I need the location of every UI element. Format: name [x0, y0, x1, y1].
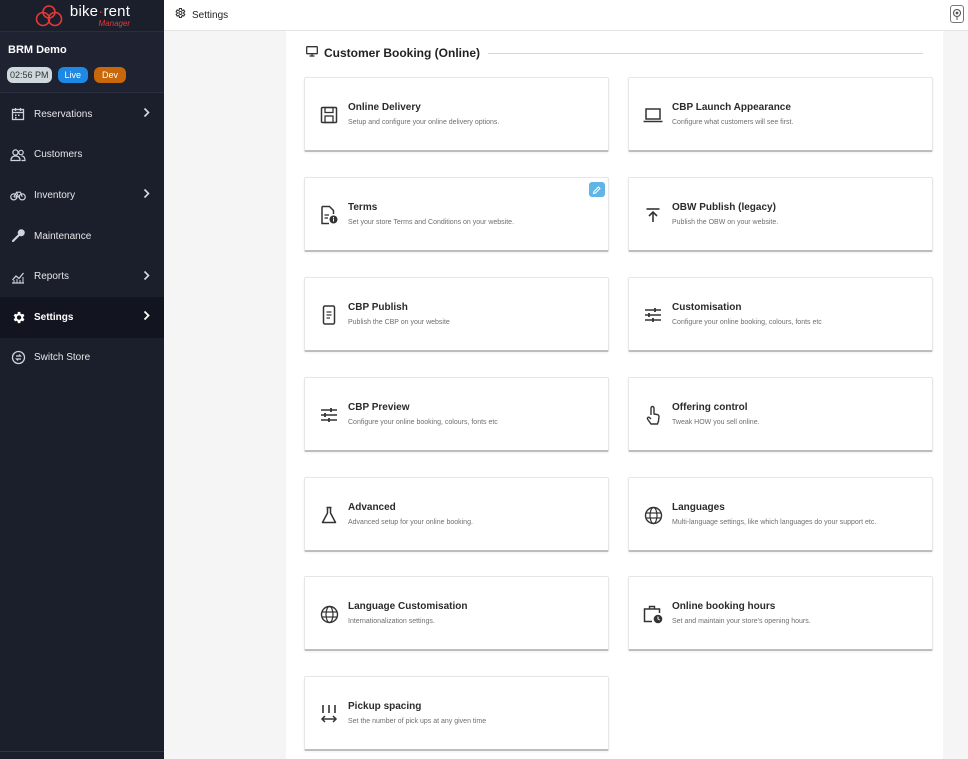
chevron-right-icon: [143, 189, 150, 202]
card-description: Tweak HOW you sell online.: [672, 419, 760, 426]
card-title: Online Delivery: [348, 102, 421, 113]
sidebar-item-label: Reports: [34, 271, 70, 283]
globe-icon: [643, 505, 663, 525]
card-advanced[interactable]: Advanced Advanced setup for your online …: [304, 477, 609, 552]
page-title: Settings: [192, 9, 229, 21]
gear-icon: [174, 6, 186, 24]
card-pickup-spacing[interactable]: Pickup spacing Set the number of pick up…: [304, 676, 609, 751]
logo[interactable]: bike·rent Manager: [0, 0, 164, 31]
sidebar-item-switch-store[interactable]: Switch Store: [0, 338, 164, 379]
sidebar-item-inventory[interactable]: Inventory: [0, 175, 164, 216]
card-offering-control[interactable]: Offering control Tweak HOW you sell onli…: [628, 377, 933, 452]
phone-icon: [319, 305, 339, 325]
sidebar-footer: [0, 751, 164, 759]
section-title: Customer Booking (Online): [324, 46, 480, 60]
publish-icon: [643, 205, 663, 225]
card-title: Customisation: [672, 302, 742, 313]
sidebar-item-reservations[interactable]: Reservations: [0, 94, 164, 135]
sidebar-item-reports[interactable]: Reports: [0, 256, 164, 297]
support-icon[interactable]: [950, 5, 964, 23]
card-title: Terms: [348, 202, 378, 213]
card-description: Setup and configure your online delivery…: [348, 119, 500, 126]
people-icon: [10, 147, 26, 163]
gear-icon: [10, 309, 26, 325]
store-panel: BRM Demo 02:56 PM Live Dev: [0, 31, 164, 93]
time-badge: 02:56 PM: [7, 67, 52, 83]
card-customisation[interactable]: Customisation Configure your online book…: [628, 277, 933, 352]
tune-icon: [643, 305, 663, 325]
chevron-right-icon: [143, 108, 150, 121]
card-description: Set your store Terms and Conditions on y…: [348, 219, 515, 226]
logo-rings-icon: [35, 4, 63, 26]
sidebar-nav: Reservations Customers Inventory Mainten…: [0, 94, 164, 378]
sidebar: bike·rent Manager BRM Demo 02:56 PM Live…: [0, 0, 164, 759]
document-info-icon: [319, 205, 339, 225]
sidebar-item-customers[interactable]: Customers: [0, 135, 164, 176]
card-cbp-publish[interactable]: CBP Publish Publish the CBP on your webs…: [304, 277, 609, 352]
card-cbp-launch-appearance[interactable]: CBP Launch Appearance Configure what cus…: [628, 77, 933, 152]
brand-subtitle: Manager: [98, 18, 131, 28]
card-title: OBW Publish (legacy): [672, 202, 776, 213]
sidebar-item-label: Maintenance: [34, 230, 92, 242]
card-description: Publish the OBW on your website.: [672, 219, 779, 226]
flask-icon: [319, 505, 339, 525]
tune-icon: [319, 405, 339, 425]
card-online-delivery[interactable]: Online Delivery Setup and configure your…: [304, 77, 609, 152]
card-description: Publish the CBP on your website: [348, 319, 450, 326]
card-title: Advanced: [348, 502, 396, 513]
save-icon: [319, 105, 339, 125]
card-title: Language Customisation: [348, 601, 468, 612]
card-title: Offering control: [672, 402, 748, 413]
card-languages[interactable]: Languages Multi-language settings, like …: [628, 477, 933, 552]
card-title: CBP Launch Appearance: [672, 102, 791, 113]
card-description: Configure what customers will see first.: [672, 119, 794, 126]
card-title: Online booking hours: [672, 601, 776, 612]
touch-icon: [643, 405, 663, 425]
card-language-customisation[interactable]: Language Customisation Internationalizat…: [304, 576, 609, 651]
card-cbp-preview[interactable]: CBP Preview Configure your online bookin…: [304, 377, 609, 452]
calendar-icon: [10, 106, 26, 122]
card-terms[interactable]: Terms Set your store Terms and Condition…: [304, 177, 609, 252]
card-description: Configure your online booking, colours, …: [348, 419, 498, 426]
chevron-right-icon: [143, 270, 150, 283]
switch-icon: [10, 350, 26, 366]
wrench-icon: [10, 228, 26, 244]
laptop-icon: [643, 105, 663, 125]
card-title: Languages: [672, 502, 725, 513]
sidebar-item-label: Reservations: [34, 108, 93, 120]
store-name: BRM Demo: [8, 44, 67, 56]
dev-badge[interactable]: Dev: [94, 67, 127, 83]
bike-icon: [10, 187, 26, 203]
briefcase-clock-icon: [643, 604, 663, 624]
chevron-right-icon: [143, 311, 150, 324]
sidebar-item-label: Switch Store: [34, 352, 91, 364]
card-description: Multi-language settings, like which lang…: [672, 519, 877, 526]
settings-panel: Customer Booking (Online) Online Deliver…: [286, 31, 943, 759]
monitor-icon: [306, 44, 318, 62]
card-description: Advanced setup for your online booking.: [348, 519, 473, 526]
brand-name: bike·rent: [69, 2, 131, 20]
chart-icon: [10, 269, 26, 285]
sidebar-item-label: Customers: [34, 149, 83, 161]
section-divider: [488, 52, 923, 54]
globe-icon: [319, 604, 339, 624]
card-title: CBP Publish: [348, 302, 408, 313]
top-bar: Settings: [164, 0, 968, 31]
card-description: Internationalization settings.: [348, 618, 435, 625]
sidebar-item-settings[interactable]: Settings: [0, 296, 164, 338]
live-badge[interactable]: Live: [57, 67, 89, 83]
card-title: CBP Preview: [348, 402, 410, 413]
card-description: Set the number of pick ups at any given …: [348, 718, 487, 725]
sidebar-item-maintenance[interactable]: Maintenance: [0, 216, 164, 257]
spacing-icon: [319, 704, 339, 724]
sidebar-item-label: Settings: [34, 311, 74, 323]
card-online-booking-hours[interactable]: Online booking hours Set and maintain yo…: [628, 576, 933, 651]
card-obw-publish-legacy[interactable]: OBW Publish (legacy) Publish the OBW on …: [628, 177, 933, 252]
card-description: Configure your online booking, colours, …: [672, 319, 822, 326]
edit-pencil-icon[interactable]: [589, 182, 605, 197]
sidebar-item-label: Inventory: [34, 189, 76, 201]
card-description: Set and maintain your store's opening ho…: [672, 618, 811, 625]
section-header: Customer Booking (Online): [306, 45, 923, 61]
card-title: Pickup spacing: [348, 701, 422, 712]
